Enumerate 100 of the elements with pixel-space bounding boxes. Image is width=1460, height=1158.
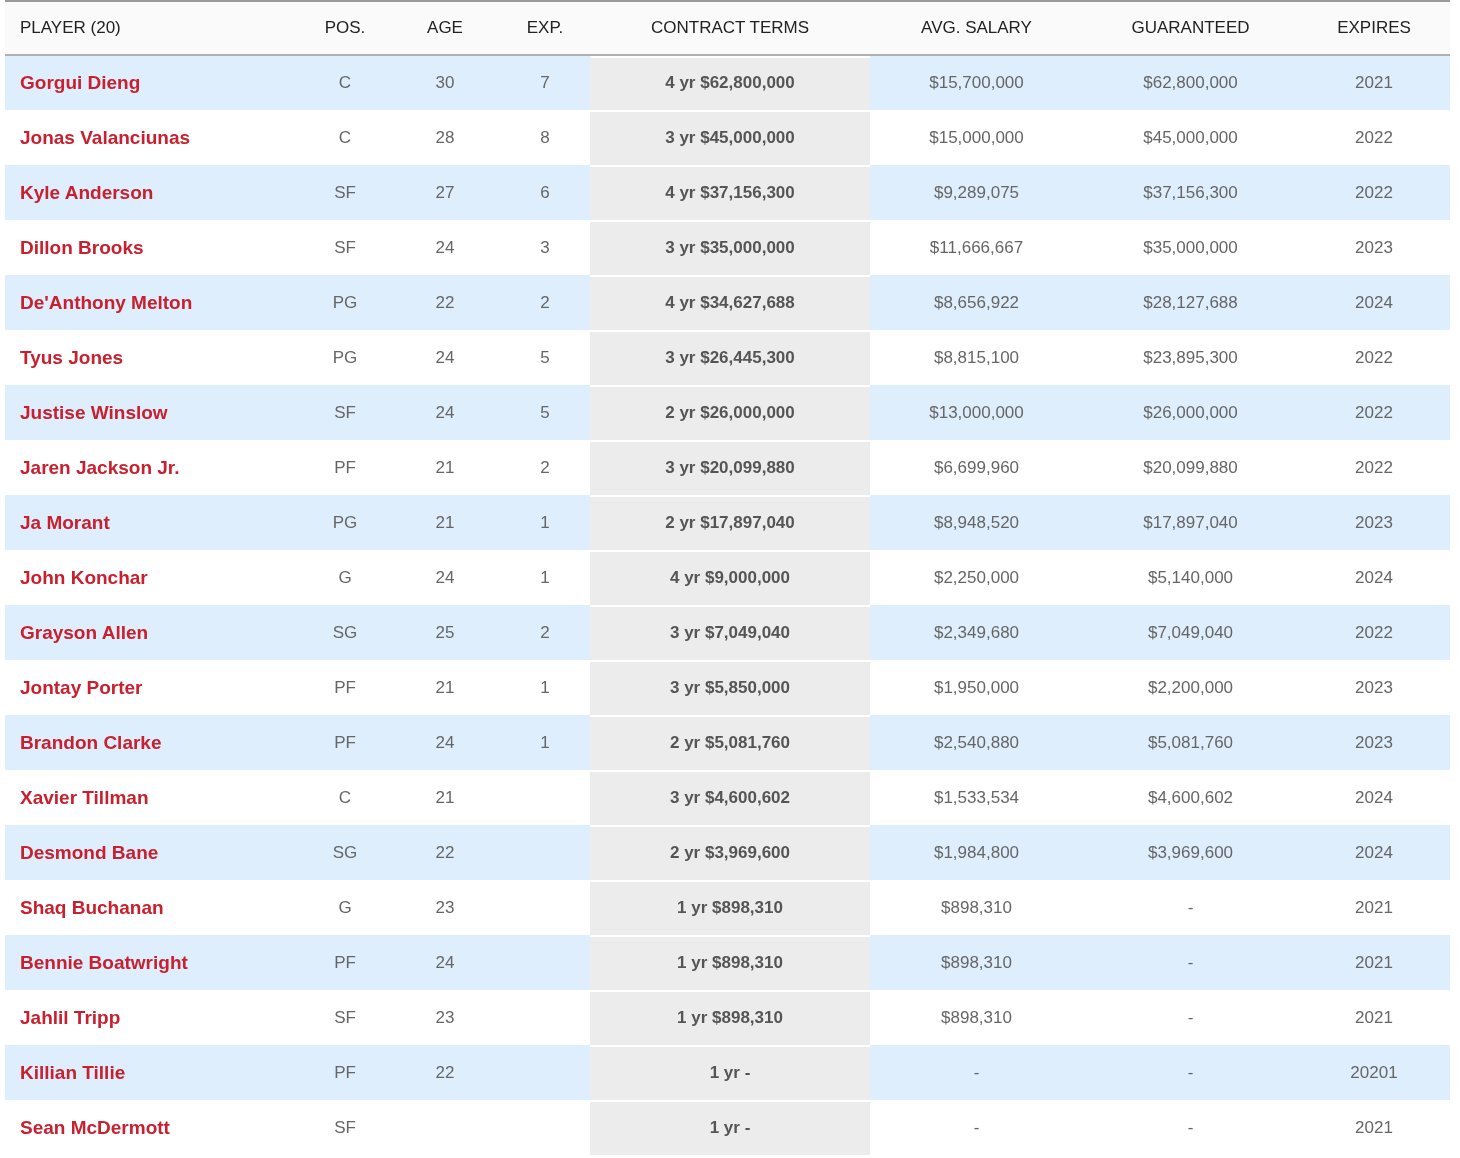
column-header[interactable]: AGE [427, 18, 463, 37]
contract-terms-cell: 1 yr - [709, 1117, 751, 1137]
player-name[interactable]: Killian Tillie [20, 1061, 126, 1083]
age-cell: 27 [435, 182, 455, 202]
expires-cell: 2021 [1355, 73, 1393, 92]
player-name[interactable]: John Konchar [20, 566, 148, 588]
player-name[interactable]: Xavier Tillman [20, 786, 149, 808]
player-name[interactable]: Gorgui Dieng [20, 72, 141, 93]
position-cell: SF [334, 402, 356, 422]
position-cell: C [338, 127, 352, 147]
guaranteed-cell: $5,140,000 [1147, 567, 1234, 587]
column-header[interactable]: POS. [324, 18, 366, 37]
guaranteed-cell: - [1187, 952, 1194, 972]
expires-cell: 2021 [1355, 1117, 1393, 1137]
guaranteed-cell: $37,156,300 [1143, 182, 1238, 202]
column-header[interactable]: EXP. [526, 18, 564, 37]
contract-terms-cell: 4 yr $62,800,000 [665, 73, 795, 92]
column-header[interactable]: GUARANTEED [1131, 18, 1250, 37]
player-name[interactable]: Desmond Bane [20, 841, 159, 863]
average-salary-cell: $2,250,000 [933, 567, 1020, 587]
position-cell: SF [334, 1007, 356, 1027]
column-header[interactable]: PLAYER (20) [20, 18, 121, 37]
expires-cell: 2022 [1355, 127, 1393, 147]
column-header[interactable]: CONTRACT TERMS [650, 18, 809, 37]
experience-cell: 7 [540, 73, 550, 92]
age-cell: 24 [435, 952, 455, 972]
guaranteed-cell: $35,000,000 [1143, 237, 1238, 257]
column-header[interactable]: EXPIRES [1337, 18, 1411, 37]
average-salary-cell: $898,310 [941, 897, 1012, 917]
guaranteed-cell: - [1187, 1007, 1194, 1027]
experience-cell: 3 [540, 237, 550, 257]
average-salary-cell: $6,699,960 [933, 457, 1020, 477]
age-cell: 28 [435, 127, 455, 147]
age-cell: 30 [435, 73, 455, 92]
contract-terms-cell: 2 yr $17,897,040 [665, 512, 795, 532]
position-cell: PG [332, 347, 358, 367]
experience-cell: 1 [540, 512, 550, 532]
average-salary-cell: $8,656,922 [933, 292, 1020, 312]
experience-cell: 6 [540, 182, 550, 202]
column-header[interactable]: AVG. SALARY [921, 18, 1032, 37]
age-cell: 23 [435, 897, 455, 917]
player-name[interactable]: Ja Morant [20, 511, 110, 533]
expires-cell: 2023 [1355, 732, 1393, 752]
guaranteed-cell: $62,800,000 [1143, 73, 1238, 92]
contract-terms-cell: 3 yr $45,000,000 [665, 127, 795, 147]
position-cell: C [338, 73, 352, 92]
average-salary-cell: $1,533,534 [933, 787, 1020, 807]
guaranteed-cell: $2,200,000 [1147, 677, 1234, 697]
average-salary-cell: $2,349,680 [933, 622, 1020, 642]
expires-cell: 2023 [1355, 237, 1393, 257]
player-name[interactable]: Jontay Porter [20, 676, 143, 698]
contract-terms-cell: 1 yr $898,310 [677, 897, 783, 917]
expires-cell: 2022 [1355, 457, 1393, 477]
average-salary-cell: $898,310 [941, 1007, 1012, 1027]
position-cell: SF [334, 1117, 356, 1137]
age-cell: 24 [435, 732, 455, 752]
position-cell: G [338, 567, 352, 587]
age-cell: 24 [435, 402, 455, 422]
expires-cell: 2024 [1355, 567, 1393, 587]
age-cell: 21 [435, 787, 455, 807]
guaranteed-cell: - [1187, 1062, 1194, 1082]
age-cell: 22 [435, 292, 455, 312]
guaranteed-cell: $4,600,602 [1147, 787, 1234, 807]
expires-cell: 2021 [1355, 1007, 1393, 1027]
guaranteed-cell: $26,000,000 [1143, 402, 1238, 422]
contract-terms-cell: 2 yr $3,969,600 [669, 842, 791, 862]
contract-terms-cell: 3 yr $4,600,602 [669, 787, 791, 807]
age-cell: 22 [435, 1062, 455, 1082]
position-cell: SG [332, 842, 358, 862]
player-name[interactable]: Dillon Brooks [20, 236, 144, 258]
average-salary-cell: - [973, 1062, 980, 1082]
player-name[interactable]: Shaq Buchanan [20, 896, 164, 918]
average-salary-cell: $9,289,075 [933, 182, 1020, 202]
average-salary-cell: $13,000,000 [929, 402, 1024, 422]
player-name[interactable]: Tyus Jones [20, 346, 124, 368]
contract-terms-cell: 1 yr - [709, 1062, 751, 1082]
position-cell: PF [334, 1062, 356, 1082]
contract-terms-cell: 2 yr $5,081,760 [669, 732, 791, 752]
experience-cell: 5 [540, 347, 550, 367]
player-name[interactable]: Kyle Anderson [20, 181, 154, 203]
player-name[interactable]: Jonas Valanciunas [20, 126, 191, 148]
age-cell: 24 [435, 567, 455, 587]
experience-cell: 8 [540, 127, 550, 147]
player-name[interactable]: Grayson Allen [20, 621, 149, 643]
experience-cell: 2 [540, 292, 550, 312]
expires-cell: 2023 [1355, 677, 1393, 697]
player-name[interactable]: Brandon Clarke [20, 731, 162, 753]
average-salary-cell: $898,310 [941, 952, 1012, 972]
contract-terms-cell: 3 yr $20,099,880 [665, 457, 795, 477]
age-cell: 24 [435, 347, 455, 367]
player-name[interactable]: Jahlil Tripp [20, 1006, 121, 1028]
contract-terms-cell: 4 yr $37,156,300 [665, 182, 795, 202]
player-name[interactable]: Sean McDermott [20, 1116, 170, 1138]
player-name[interactable]: Jaren Jackson Jr. [20, 456, 180, 478]
experience-cell: 5 [540, 402, 550, 422]
experience-cell: 1 [540, 677, 550, 697]
guaranteed-cell: $7,049,040 [1147, 622, 1234, 642]
expires-cell: 2024 [1355, 842, 1393, 862]
average-salary-cell: $11,666,667 [929, 237, 1024, 257]
age-cell: 24 [435, 237, 455, 257]
